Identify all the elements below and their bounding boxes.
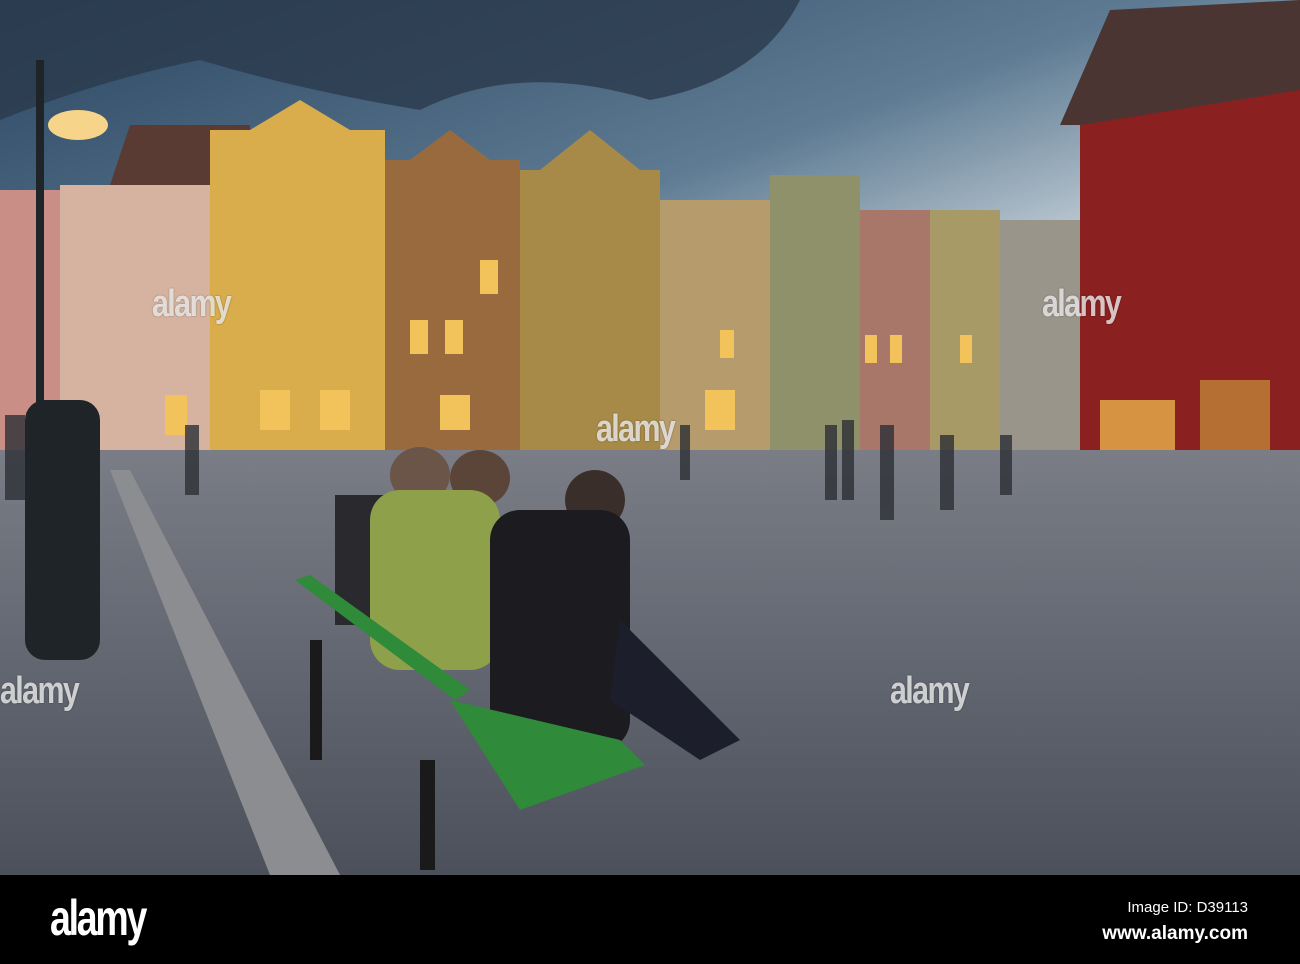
watermark: alamy xyxy=(890,670,970,712)
footer-bar: alamy Image ID: D39113 www.alamy.com xyxy=(0,875,1300,964)
photo-frame: alamy alamy alamy alamy alamy alamy Imag… xyxy=(0,0,1300,964)
watermark: alamy xyxy=(152,283,232,325)
alamy-logo[interactable]: alamy xyxy=(50,889,147,947)
watermark: alamy xyxy=(596,408,676,450)
watermark: alamy xyxy=(0,670,80,712)
image-id: Image ID: D39113 xyxy=(1127,899,1248,916)
watermark: alamy xyxy=(1042,283,1122,325)
site-url[interactable]: www.alamy.com xyxy=(1102,923,1248,945)
